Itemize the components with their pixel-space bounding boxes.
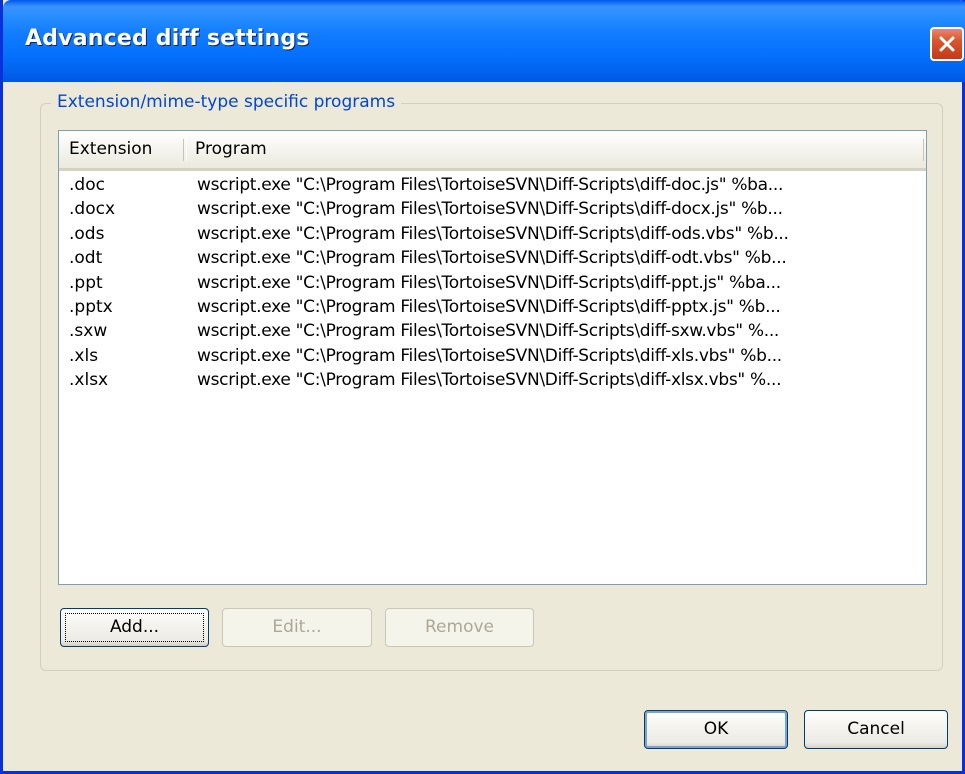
extension-list[interactable]: Extension Program .doc wscript.exe "C:\P… — [58, 130, 927, 585]
extension-cell: .docx — [69, 199, 116, 220]
program-cell: wscript.exe "C:\Program Files\TortoiseSV… — [197, 345, 782, 366]
window-title: Advanced diff settings — [25, 26, 310, 51]
extension-cell: .ods — [69, 223, 105, 244]
table-row[interactable]: .xls wscript.exe "C:\Program Files\Torto… — [59, 344, 926, 368]
extension-cell: .odt — [69, 248, 103, 269]
ok-button[interactable]: OK — [644, 710, 788, 749]
program-cell: wscript.exe "C:\Program Files\TortoiseSV… — [197, 272, 781, 293]
extension-cell: .sxw — [69, 321, 108, 342]
program-cell: wscript.exe "C:\Program Files\TortoiseSV… — [197, 248, 787, 269]
cancel-button[interactable]: Cancel — [804, 710, 948, 749]
dialog-window: Advanced diff settings Extension/mime-ty… — [0, 0, 965, 774]
table-row[interactable]: .ods wscript.exe "C:\Program Files\Torto… — [59, 222, 926, 246]
program-cell: wscript.exe "C:\Program Files\TortoiseSV… — [197, 370, 782, 391]
edit-button[interactable]: Edit... — [222, 608, 372, 647]
table-row[interactable]: .sxw wscript.exe "C:\Program Files\Torto… — [59, 319, 926, 343]
group-label: Extension/mime-type specific programs — [51, 92, 402, 112]
list-header: Extension Program — [59, 131, 926, 171]
extension-cell: .ppt — [69, 272, 103, 293]
table-row[interactable]: .odt wscript.exe "C:\Program Files\Torto… — [59, 246, 926, 270]
program-cell: wscript.exe "C:\Program Files\TortoiseSV… — [197, 321, 780, 342]
extension-cell: .xlsx — [69, 370, 109, 391]
close-button[interactable] — [930, 27, 964, 61]
remove-button[interactable]: Remove — [385, 608, 534, 647]
close-icon — [939, 36, 955, 52]
table-row[interactable]: .ppt wscript.exe "C:\Program Files\Torto… — [59, 271, 926, 295]
program-cell: wscript.exe "C:\Program Files\TortoiseSV… — [197, 175, 784, 195]
table-row[interactable]: .pptx wscript.exe "C:\Program Files\Tort… — [59, 295, 926, 319]
add-button[interactable]: Add... — [60, 608, 209, 647]
program-cell: wscript.exe "C:\Program Files\TortoiseSV… — [197, 296, 781, 317]
column-header-extension[interactable]: Extension — [59, 131, 185, 168]
table-row[interactable]: .docx wscript.exe "C:\Program Files\Tort… — [59, 197, 926, 221]
extension-cell: .pptx — [69, 296, 113, 317]
extension-cell: .doc — [69, 175, 105, 195]
column-divider[interactable] — [923, 139, 926, 161]
column-header-program[interactable]: Program — [185, 131, 925, 168]
table-row[interactable]: .xlsx wscript.exe "C:\Program Files\Tort… — [59, 368, 926, 392]
program-cell: wscript.exe "C:\Program Files\TortoiseSV… — [197, 199, 783, 220]
table-row[interactable]: .doc wscript.exe "C:\Program Files\Torto… — [59, 173, 926, 197]
extension-cell: .xls — [69, 345, 99, 366]
list-body: .doc wscript.exe "C:\Program Files\Torto… — [59, 173, 926, 393]
program-cell: wscript.exe "C:\Program Files\TortoiseSV… — [197, 223, 789, 244]
title-bar[interactable]: Advanced diff settings — [3, 0, 965, 82]
